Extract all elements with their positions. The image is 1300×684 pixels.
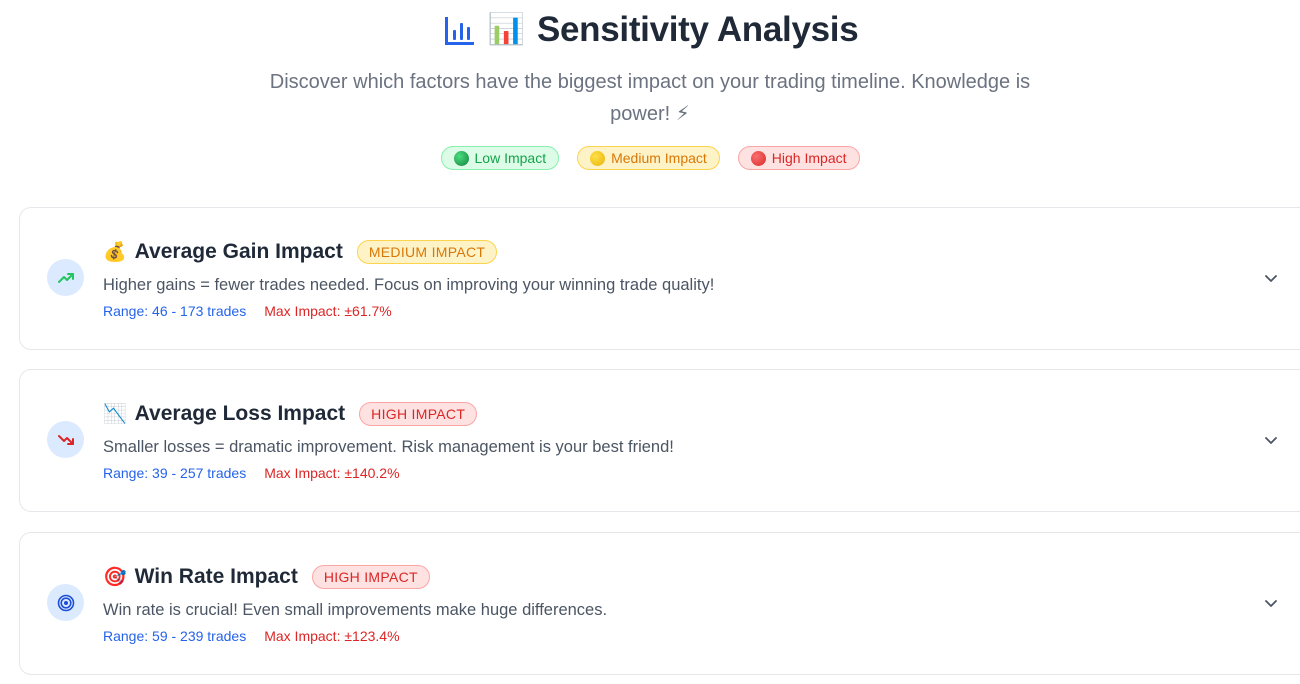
chart-emoji-icon: 📊 [487,13,525,46]
card-title-text: Average Gain Impact [134,240,343,263]
card-title: 🎯 Win Rate Impact [103,565,298,589]
page-subtitle: Discover which factors have the biggest … [269,71,1031,125]
card-title-row: 📉 Average Loss Impact HIGH IMPACT [103,400,674,428]
card-meta: Range: 59 - 239 trades Max Impact: ±123.… [103,628,607,644]
green-circle-icon [453,150,469,166]
max-impact-text: Max Impact: ±140.2% [264,465,400,481]
legend-low-impact: Low Impact [440,146,560,170]
chart-decreasing-icon: 📉 [103,404,127,425]
card-meta: Range: 39 - 257 trades Max Impact: ±140.… [103,465,674,481]
impact-badge: MEDIUM IMPACT [356,240,498,264]
card-body: 📉 Average Loss Impact HIGH IMPACT Smalle… [103,400,674,481]
range-text: Range: 39 - 257 trades [103,465,247,481]
title-row: 📊 Sensitivity Analysis [0,10,1300,50]
trending-down-icon [47,421,84,458]
card-title: 📉 Average Loss Impact [103,402,345,426]
card-description: Smaller losses = dramatic improvement. R… [103,438,674,456]
chevron-down-icon[interactable] [1263,595,1279,611]
card-body: 💰 Average Gain Impact MEDIUM IMPACT High… [103,238,714,319]
legend-high-impact: High Impact [737,146,860,170]
yellow-circle-icon [590,150,606,166]
target-icon [47,584,84,621]
card-title-row: 🎯 Win Rate Impact HIGH IMPACT [103,563,607,591]
max-impact-text: Max Impact: ±123.4% [264,628,400,644]
card-title: 💰 Average Gain Impact [103,240,343,264]
legend-label: High Impact [771,150,847,166]
chevron-down-icon[interactable] [1263,432,1279,448]
max-impact-text: Max Impact: ±61.7% [264,303,392,319]
money-bag-icon: 💰 [103,242,127,263]
header: 📊 Sensitivity Analysis Discover which fa… [0,0,1300,170]
range-text: Range: 46 - 173 trades [103,303,247,319]
card-average-gain-impact[interactable]: 💰 Average Gain Impact MEDIUM IMPACT High… [19,207,1300,350]
impact-legend: Low Impact Medium Impact High Impact [0,146,1300,170]
card-description: Higher gains = fewer trades needed. Focu… [103,276,715,294]
card-title-text: Average Loss Impact [134,402,346,425]
impact-badge: HIGH IMPACT [311,565,430,589]
range-text: Range: 59 - 239 trades [103,628,247,644]
direct-hit-icon: 🎯 [103,567,127,588]
trending-up-icon [47,259,84,296]
bar-chart-icon [442,13,476,47]
legend-label: Medium Impact [611,150,707,166]
legend-medium-impact: Medium Impact [577,146,720,170]
red-circle-icon [750,150,766,166]
legend-label: Low Impact [474,150,547,166]
page-title: Sensitivity Analysis [536,10,859,49]
sensitivity-analysis-page: 📊 Sensitivity Analysis Discover which fa… [0,0,1300,684]
card-title-row: 💰 Average Gain Impact MEDIUM IMPACT [103,238,714,266]
card-description: Win rate is crucial! Even small improvem… [103,601,608,619]
impact-badge: HIGH IMPACT [359,402,478,426]
card-average-loss-impact[interactable]: 📉 Average Loss Impact HIGH IMPACT Smalle… [19,369,1300,512]
chevron-down-icon[interactable] [1263,270,1279,286]
card-title-text: Win Rate Impact [134,565,298,588]
card-meta: Range: 46 - 173 trades Max Impact: ±61.7… [103,303,714,319]
card-win-rate-impact[interactable]: 🎯 Win Rate Impact HIGH IMPACT Win rate i… [19,532,1300,675]
card-body: 🎯 Win Rate Impact HIGH IMPACT Win rate i… [103,563,607,644]
